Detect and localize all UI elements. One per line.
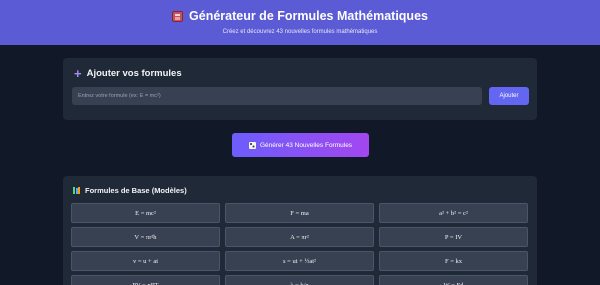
abacus-icon <box>172 10 184 22</box>
base-formulas-title: Formules de Base (Modèles) <box>73 186 187 195</box>
page-title-row: Générateur de Formules Mathématiques <box>0 9 600 23</box>
base-formulas-panel: Formules de Base (Modèles) E = mc² F = m… <box>63 176 537 285</box>
add-formula-title: + Ajouter vos formules <box>74 65 182 81</box>
page-title: Générateur de Formules Mathématiques <box>189 9 428 23</box>
formula-card[interactable]: W = Fd <box>379 275 528 285</box>
add-button[interactable]: Ajouter <box>489 87 529 105</box>
plus-icon: + <box>74 65 82 81</box>
formula-card[interactable]: λ = h/p <box>225 275 374 285</box>
formula-card[interactable]: A = πr² <box>225 227 374 247</box>
formula-card[interactable]: a² + b² = c² <box>379 203 528 223</box>
formula-card[interactable]: E = mc² <box>71 203 220 223</box>
formula-card[interactable]: F = ma <box>225 203 374 223</box>
books-icon <box>73 187 81 194</box>
generate-label: Générer 43 Nouvelles Formules <box>259 141 353 149</box>
formula-grid: E = mc² F = ma a² + b² = c² V = πr²h A =… <box>71 203 529 285</box>
generate-formulas-button[interactable]: Générer 43 Nouvelles Formules <box>232 133 369 157</box>
formula-card[interactable]: v = u + at <box>71 251 220 271</box>
formula-card[interactable]: V = πr²h <box>71 227 220 247</box>
formula-card[interactable]: PV = nRT <box>71 275 220 285</box>
formula-card[interactable]: F = kx <box>379 251 528 271</box>
add-formula-panel: + Ajouter vos formules Ajouter <box>63 58 537 120</box>
formula-card[interactable]: s = ut + ½at² <box>225 251 374 271</box>
page-subtitle: Créez et découvrez 43 nouvelles formules… <box>222 29 378 35</box>
dice-icon <box>248 141 256 149</box>
formula-card[interactable]: P = IV <box>379 227 528 247</box>
app-header: Générateur de Formules Mathématiques Cré… <box>0 0 600 45</box>
add-formula-title-text: Ajouter vos formules <box>86 68 182 79</box>
formula-input[interactable] <box>72 87 482 105</box>
base-formulas-title-text: Formules de Base (Modèles) <box>85 186 187 195</box>
